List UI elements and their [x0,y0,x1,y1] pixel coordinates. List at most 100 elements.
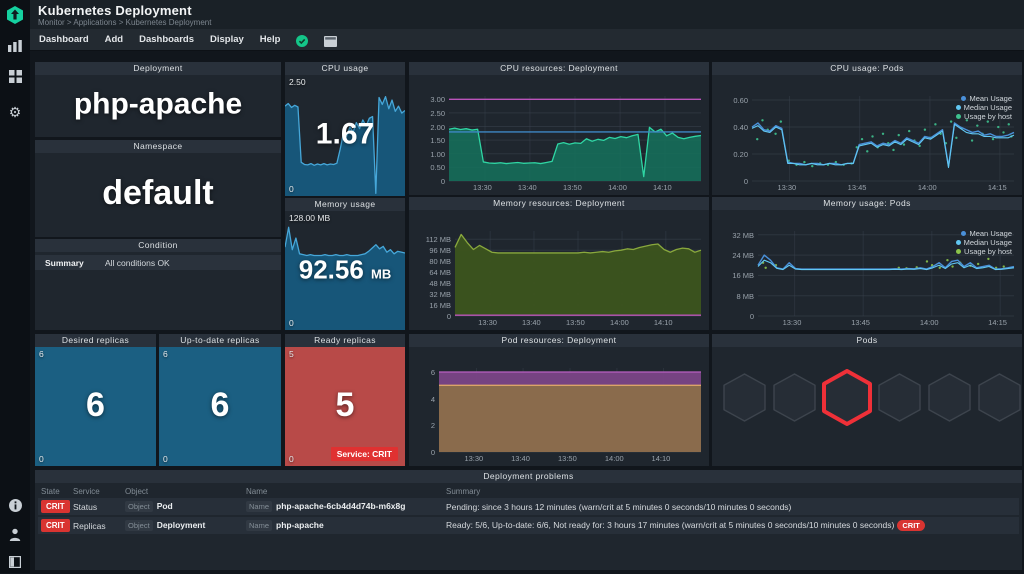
legend-entry[interactable]: Mean Usage [956,229,1012,238]
state-crit-badge: CRIT [41,519,70,532]
y-tick-label: 0.20 [733,150,748,160]
y-tick-label: 6 [430,368,435,377]
x-tick-label: 14:10 [652,183,672,192]
menu-display[interactable]: Display [210,34,244,45]
panel-pods: Pods [712,334,1022,466]
cpu-resources-chart: 0 0.50 1.00 1.50 2.00 2.50 3.00 13:30 13:40 13:50… [409,88,709,195]
legend-label: Usage by host [964,112,1012,121]
col-state[interactable]: State [41,487,73,496]
menu-help[interactable]: Help [260,34,281,45]
x-tick-label: 13:30 [478,318,497,327]
pod-hexagon-ok[interactable] [927,372,972,428]
object-value: Pod [156,501,173,511]
legend-entry[interactable]: Usage by host [956,112,1012,121]
service-link[interactable]: Status [73,502,125,512]
problems-table-row[interactable]: CRIT Replicas Object Deployment Name php-apac… [38,517,1019,534]
panel-pod-resources: Pod resources: Deployment 0 2 4 6 13:30 13:40… [409,334,709,466]
legend-entry[interactable]: Usage by host [956,247,1012,256]
name-chip: Name [246,501,273,512]
panel-uptodate-replicas-title: Up-to-date replicas [159,334,281,347]
panel-namespace-title: Namespace [35,140,281,153]
pod-hexagon-ok[interactable] [977,372,1022,428]
y-tick-label: 64 MB [429,268,451,278]
col-summary[interactable]: Summary [446,487,1019,496]
panel-cpu-pods-title: CPU usage: Pods [712,62,1022,75]
menu-dashboard[interactable]: Dashboard [39,34,89,45]
x-tick-label: 13:40 [521,318,541,327]
x-tick-label: 13:30 [777,183,797,192]
col-service[interactable]: Service [73,487,125,496]
name-value: php-apache [276,520,324,530]
x-tick-label: 14:15 [987,183,1007,192]
x-tick-label: 13:30 [473,183,492,192]
y-tick-label: 3.00 [430,95,445,105]
cpu-usage-max-label: 2.50 [289,77,306,87]
status-green-icon[interactable] [296,34,309,47]
page-header: Kubernetes Deployment Monitor > Applicat… [30,0,1024,29]
namespace-value: default [102,173,214,212]
problems-table-header: State Service Object Name Summary [38,484,1019,498]
uptodate-min-label: 0 [163,454,168,464]
y-tick-label: 0 [446,312,451,321]
y-tick-label: 2.50 [430,108,445,118]
summary-text: Ready: 5/6, Up-to-date: 6/6, Not ready f… [446,520,895,530]
y-tick-label: 16 MB [429,301,451,311]
ready-min-label: 0 [289,454,294,464]
problems-table-row[interactable]: CRIT Status Object Pod Name php-apache-6cb4d4… [38,498,1019,515]
panel-memory-pods: Memory usage: Pods 0 8 MB 16 MB 24 MB 32 MB 1… [712,197,1022,330]
panel-memory-usage: Memory usage 128.00 MB 0 92.56 MB [285,198,405,330]
panel-cpu-pods: CPU usage: Pods 0 0.20 0.40 0.60 13:30 13:45 1… [712,62,1022,195]
dashboard-area: Deployment php-apache Namespace default … [30,51,1024,573]
y-tick-label: 24 MB [732,251,754,261]
sidebar: ⚙ [0,0,30,573]
x-tick-label: 14:15 [988,318,1007,327]
cpu-pods-chart: 0 0.20 0.40 0.60 13:30 13:45 14:00 14:15 Mean Us… [712,88,1022,195]
sidebar-toggle-icon[interactable] [0,550,30,574]
summary-crit-pill: CRIT [897,520,925,531]
help-info-icon[interactable] [0,493,30,517]
memory-usage-value: 92.56 MB [298,253,392,284]
app-logo-icon[interactable] [0,3,30,27]
setup-gear-icon[interactable]: ⚙ [0,100,30,124]
legend-label: Median Usage [963,238,1012,247]
legend-dot-icon [961,96,967,101]
col-name[interactable]: Name [246,487,446,496]
x-tick-label: 14:10 [653,318,673,327]
panel-condition: Condition Summary All conditions OK [35,239,281,330]
uptodate-replicas-value: 6 [210,385,230,424]
customize-grid-icon[interactable] [0,64,30,88]
legend-entry[interactable]: Median Usage [955,238,1012,247]
panel-ready-replicas-title: Ready replicas [285,334,405,347]
y-tick-label: 4 [430,394,435,404]
pod-hexagon-ok[interactable] [772,372,817,428]
monitor-bars-icon[interactable] [0,34,30,58]
breadcrumb: Monitor > Applications > Kubernetes Depl… [38,18,212,27]
x-tick-label: 13:45 [851,318,870,327]
condition-summary-value: All conditions OK [105,257,170,268]
col-object[interactable]: Object [125,487,246,496]
y-tick-label: 1.50 [430,136,445,146]
problems-table-body: CRIT Status Object Pod Name php-apache-6cb4d4… [38,498,1019,534]
condition-summary-row[interactable]: Summary All conditions OK [35,255,281,270]
window-frame-icon[interactable] [324,34,338,47]
y-tick-label: 112 MB [425,235,451,245]
name-value: php-apache-6cb4d4d74b-m6x8g [276,501,406,511]
legend-entry[interactable]: Mean Usage [956,94,1012,103]
pod-hexagon-ok[interactable] [877,372,922,428]
menu-add[interactable]: Add [105,34,123,45]
pod-hexagon-ok[interactable] [722,372,767,428]
service-link[interactable]: Replicas [73,521,125,531]
legend-entry[interactable]: Median Usage [955,103,1012,112]
x-tick-label: 14:00 [610,318,629,327]
y-tick-label: 8 MB [736,291,754,301]
panel-ready-replicas: Ready replicas 5 0 5 Service: CRIT [285,334,405,466]
panel-desired-replicas-title: Desired replicas [35,334,156,347]
menu-dashboards[interactable]: Dashboards [139,34,194,45]
panel-deployment-title: Deployment [35,62,281,75]
desired-replicas-value: 6 [86,385,105,424]
legend-label: Usage by host [964,247,1012,256]
service-crit-badge[interactable]: Service: CRIT [330,447,398,461]
panel-memory-pods-title: Memory usage: Pods [712,197,1022,210]
pod-hexagon-crit[interactable] [822,369,872,431]
user-icon[interactable] [0,522,30,546]
